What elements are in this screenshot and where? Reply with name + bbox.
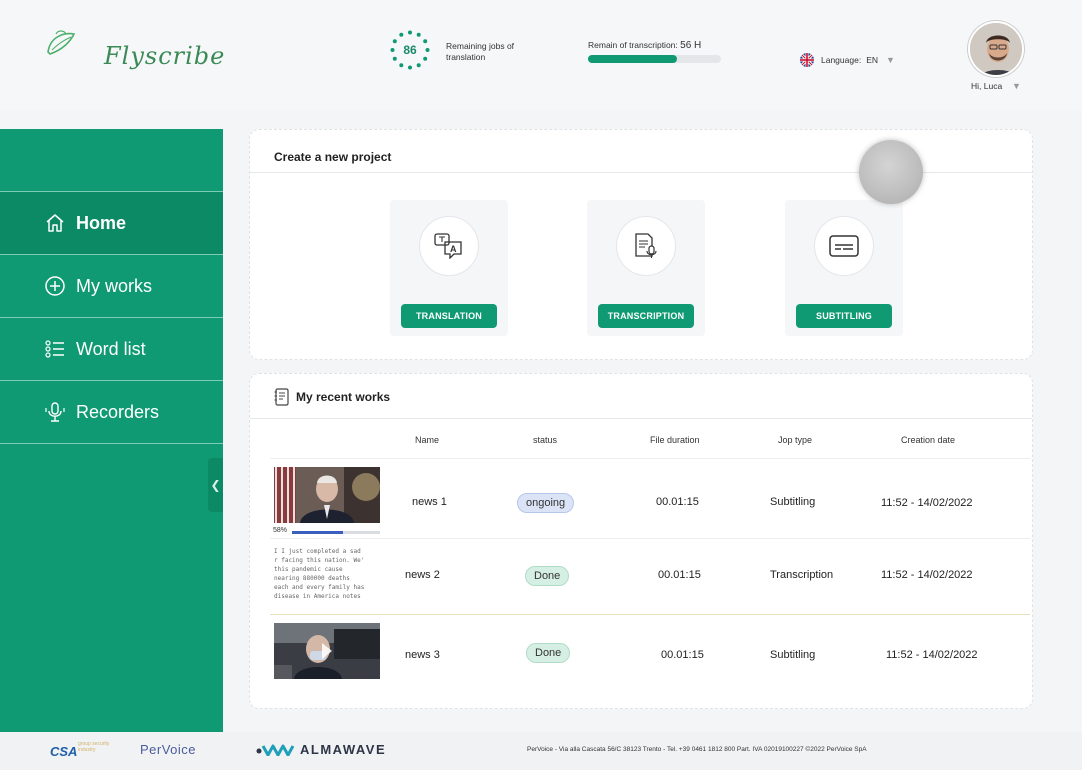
almawave-wave-icon [256, 744, 295, 756]
row-name: news 1 [412, 496, 447, 508]
project-option-transcription[interactable]: TRANSCRIPTION [587, 200, 705, 336]
transcription-progress-bar [588, 55, 721, 63]
user-greeting: Hi, Luca [971, 81, 1003, 91]
plus-circle-icon [44, 275, 66, 297]
sidebar-item-home[interactable]: Home [0, 192, 223, 255]
subtitles-icon [814, 216, 874, 276]
document-mic-icon [616, 216, 676, 276]
microphone-icon [44, 401, 66, 423]
row-duration: 00.01:15 [656, 496, 699, 508]
uk-flag-icon [800, 53, 814, 67]
footer: CSA group security industry PerVoice ALM… [0, 732, 1082, 770]
sidebar-collapse-button[interactable]: ❮ [208, 458, 223, 512]
logo-text: Flyscribe [104, 42, 226, 70]
divider [250, 418, 1032, 419]
recent-works-header: My recent works [274, 388, 390, 406]
sidebar-item-recorders[interactable]: Recorders [0, 381, 223, 444]
language-value: EN [866, 55, 878, 65]
row-duration: 00.01:15 [661, 649, 704, 661]
column-header-duration[interactable]: File duration [650, 435, 700, 445]
transcription-button[interactable]: TRANSCRIPTION [598, 304, 694, 328]
status-badge: Done [525, 566, 570, 586]
table-row[interactable]: news 3 Done 00.01:15 Subtitling 11:52 - … [270, 614, 1030, 694]
recent-works-card: My recent works Name status File duratio… [249, 373, 1033, 709]
column-header-name[interactable]: Name [415, 435, 439, 445]
video-thumbnail[interactable] [274, 623, 380, 679]
transcription-value: 56 H [680, 40, 702, 51]
transcription-label-text: Remain of transcription: [588, 40, 678, 50]
column-header-date[interactable]: Creation date [901, 435, 955, 445]
table-row[interactable]: I I just completed a sad r facing this n… [270, 538, 1030, 614]
translate-icon: A [419, 216, 479, 276]
project-option-subtitling[interactable]: SUBTITLING [785, 200, 903, 336]
chevron-left-icon: ❮ [210, 478, 221, 492]
row-progress-bar [292, 531, 380, 534]
leaf-icon [47, 30, 76, 55]
remaining-jobs-widget: 86 Remaining jobs of translation [390, 30, 540, 70]
header: Flyscribe 86 Remaining jobs of translati… [0, 0, 1082, 110]
column-header-status[interactable]: status [533, 435, 557, 445]
status-badge: Done [526, 643, 571, 663]
row-date: 11:52 - 14/02/2022 [881, 569, 973, 581]
footer-note: PerVoice - Via alla Cascata 56/C 38123 T… [527, 746, 867, 753]
video-thumbnail[interactable] [274, 467, 380, 523]
column-header-type[interactable]: Jop type [778, 435, 812, 445]
transcript-line: disease in America notes [274, 593, 361, 600]
sidebar-item-label: My works [76, 275, 152, 296]
transcript-line: nearing 880000 deaths [274, 575, 350, 582]
sidebar-item-my-works[interactable]: My works [0, 255, 223, 318]
subtitling-button[interactable]: SUBTITLING [796, 304, 892, 328]
jobs-count: 86 [403, 43, 417, 57]
sidebar-spacer [0, 129, 223, 192]
language-selector[interactable]: Language: EN ▼ [800, 52, 895, 68]
sidebar-item-label: Recorders [76, 401, 160, 422]
jobs-label: Remaining jobs of translation [446, 41, 515, 62]
list-icon [44, 338, 66, 360]
sidebar-item-word-list[interactable]: Word list [0, 318, 223, 381]
sidebar-item-label: Word list [76, 338, 146, 359]
transcript-thumbnail[interactable]: I I just completed a sad r facing this n… [274, 545, 380, 601]
transcript-line: this pandemic cause [274, 566, 343, 573]
recent-works-title: My recent works [296, 390, 391, 404]
almawave-text: ALMAWAVE [300, 742, 387, 757]
pervoice-logo: PerVoice [140, 742, 197, 757]
sidebar: Home My works Word list Recorders [0, 129, 223, 732]
row-date: 11:52 - 14/02/2022 [886, 649, 978, 661]
home-icon [44, 212, 66, 234]
translation-button[interactable]: TRANSLATION [401, 304, 497, 328]
row-name: news 2 [405, 569, 440, 581]
table-row[interactable]: 58% news 1 ongoing 00.01:15 Subtitling 1… [270, 458, 1030, 538]
transcript-line: I I just completed a sad [274, 548, 361, 555]
transcript-line: r facing this nation. We' [274, 557, 365, 564]
language-label: Language: [821, 55, 862, 65]
row-type: Transcription [770, 569, 834, 581]
status-badge: ongoing [517, 493, 575, 513]
transcription-progress-fill [588, 55, 678, 63]
project-option-translation[interactable]: A TRANSLATION [390, 200, 508, 336]
flyscribe-logo[interactable]: Flyscribe [44, 28, 224, 72]
row-date: 11:52 - 14/02/2022 [881, 497, 973, 509]
new-project-title: Create a new project [274, 150, 392, 164]
csa-logo-subtitle: group security industry [78, 741, 110, 753]
svg-text:A: A [450, 244, 457, 254]
transcription-remaining: Remain of transcription: 56 H [588, 40, 728, 63]
chevron-down-icon[interactable]: ▼ [1012, 81, 1021, 91]
notebook-icon [274, 388, 289, 406]
chevron-down-icon: ▼ [886, 55, 895, 65]
row-duration: 00.01:15 [658, 569, 701, 581]
row-type: Subtitling [770, 649, 816, 661]
cursor-highlight [859, 140, 923, 204]
avatar[interactable] [968, 21, 1024, 77]
transcription-label: Remain of transcription: 56 H [588, 40, 728, 51]
avatar-image [970, 23, 1022, 75]
sidebar-item-label: Home [76, 212, 127, 233]
progress-label: 58% [273, 527, 288, 534]
user-menu[interactable]: Hi, Luca ▼ [968, 21, 1024, 91]
row-progress-fill [292, 531, 344, 534]
almawave-logo: ALMAWAVE [256, 742, 386, 757]
row-type: Subtitling [770, 496, 816, 508]
csa-logo: CSA [50, 744, 78, 759]
row-name: news 3 [405, 649, 440, 661]
transcript-line: each and every family has [274, 584, 365, 591]
